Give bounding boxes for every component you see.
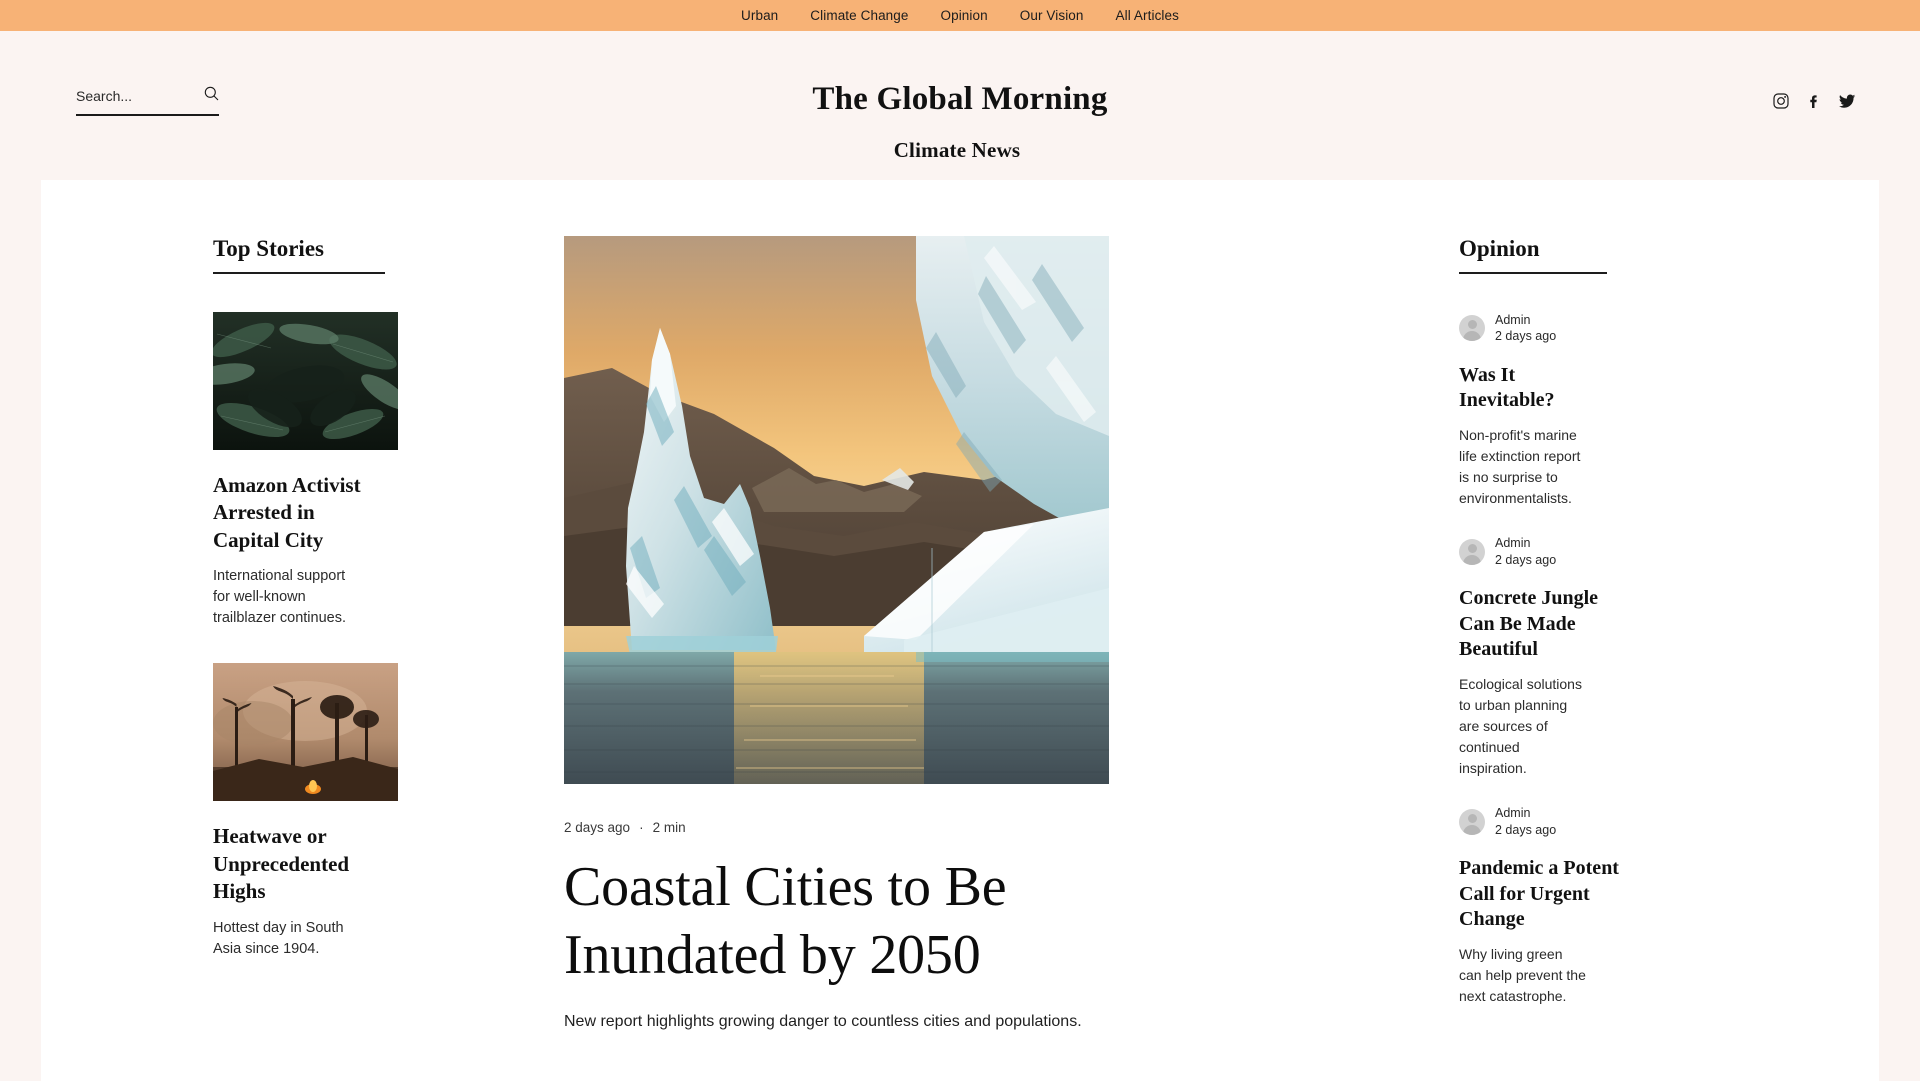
top-stories-heading: Top Stories <box>213 236 324 261</box>
nav-item-climate-change[interactable]: Climate Change <box>810 8 908 23</box>
opinion-author-row: Admin 2 days ago <box>1459 805 1699 838</box>
opinion-item[interactable]: Admin 2 days ago Concrete Jungle Can Be … <box>1459 535 1699 779</box>
site-title: The Global Morning <box>812 81 1108 117</box>
twitter-icon[interactable] <box>1838 94 1856 114</box>
opinion-rule <box>1459 272 1607 274</box>
opinion-author: Admin <box>1495 805 1531 820</box>
opinion-author-row: Admin 2 days ago <box>1459 535 1699 568</box>
avatar <box>1459 538 1485 565</box>
three-column-layout: Top Stories Amazon Activist Arrested in … <box>41 180 1879 1033</box>
meta-separator: · <box>639 820 644 835</box>
opinion-excerpt: Non-profit's marine life extinction repo… <box>1459 426 1581 506</box>
nav-item-urban[interactable]: Urban <box>741 8 778 23</box>
top-stories-rule <box>213 272 385 274</box>
opinion-time: 2 days ago <box>1495 329 1557 344</box>
top-navigation-bar: Urban Climate Change Opinion Our Vision … <box>0 0 1920 31</box>
top-story-item[interactable]: Amazon Activist Arrested in Capital City… <box>213 311 461 630</box>
opinion-excerpt: Why living green can help prevent the ne… <box>1459 946 1586 1004</box>
facebook-icon[interactable] <box>1806 93 1822 114</box>
top-story-title: Amazon Activist Arrested in Capital City <box>213 472 361 552</box>
heatwave-thumbnail[interactable] <box>213 663 398 802</box>
opinion-time: 2 days ago <box>1495 822 1557 837</box>
top-story-excerpt: Hottest day in South Asia since 1904. <box>213 919 344 957</box>
opinion-title: Was It Inevitable? <box>1459 363 1555 412</box>
opinion-author: Admin <box>1495 535 1531 550</box>
opinion-excerpt: Ecological solutions to urban planning a… <box>1459 675 1582 776</box>
opinion-author-meta: Admin 2 days ago <box>1495 805 1556 838</box>
opinion-title: Concrete Jungle Can Be Made Beautiful <box>1459 587 1599 661</box>
feature-article-column: 2 days ago · 2 min Coastal Cities to Be … <box>564 236 1264 1033</box>
content-canvas: Top Stories Amazon Activist Arrested in … <box>41 180 1879 1081</box>
site-subtitle: Climate News <box>893 138 1021 162</box>
opinion-title: Pandemic a Potent Call for Urgent Change <box>1459 857 1619 931</box>
opinion-item[interactable]: Admin 2 days ago Was It Inevitable? Non-… <box>1459 312 1699 509</box>
top-story-title: Heatwave or Unprecedented Highs <box>213 824 350 904</box>
brand-block: The Global Morning Climate News <box>0 83 1920 163</box>
social-links <box>1773 93 1856 114</box>
amazon-activist-thumbnail[interactable] <box>213 311 398 450</box>
opinion-time: 2 days ago <box>1495 552 1557 567</box>
feature-date: 2 days ago <box>564 820 631 835</box>
nav-item-all-articles[interactable]: All Articles <box>1116 8 1179 23</box>
opinion-author-row: Admin 2 days ago <box>1459 312 1699 345</box>
feature-read-time: 2 min <box>652 820 686 835</box>
opinion-author-meta: Admin 2 days ago <box>1495 535 1556 568</box>
top-story-item[interactable]: Heatwave or Unprecedented Highs Hottest … <box>213 663 461 960</box>
opinion-heading: Opinion <box>1459 236 1540 261</box>
feature-article-subtitle: New report highlights growing danger to … <box>564 1012 1082 1030</box>
instagram-icon[interactable] <box>1773 93 1789 114</box>
avatar <box>1459 315 1485 342</box>
feature-article-title[interactable]: Coastal Cities to Be Inundated by 2050 <box>564 853 1124 990</box>
top-story-excerpt: International support for well-known tra… <box>213 568 346 627</box>
opinion-item[interactable]: Admin 2 days ago Pandemic a Potent Call … <box>1459 805 1699 1007</box>
opinion-author: Admin <box>1495 312 1531 327</box>
site-masthead: The Global Morning Climate News <box>0 31 1920 180</box>
avatar <box>1459 808 1485 835</box>
opinion-column: Opinion Admin 2 days ago Was It Inevitab… <box>1459 236 1699 1033</box>
feature-article-meta: 2 days ago · 2 min <box>564 820 1264 835</box>
top-stories-column: Top Stories Amazon Activist Arrested in … <box>41 236 461 1033</box>
opinion-author-meta: Admin 2 days ago <box>1495 312 1556 345</box>
nav-item-opinion[interactable]: Opinion <box>941 8 988 23</box>
feature-article-image[interactable] <box>564 236 1109 784</box>
nav-item-our-vision[interactable]: Our Vision <box>1020 8 1084 23</box>
